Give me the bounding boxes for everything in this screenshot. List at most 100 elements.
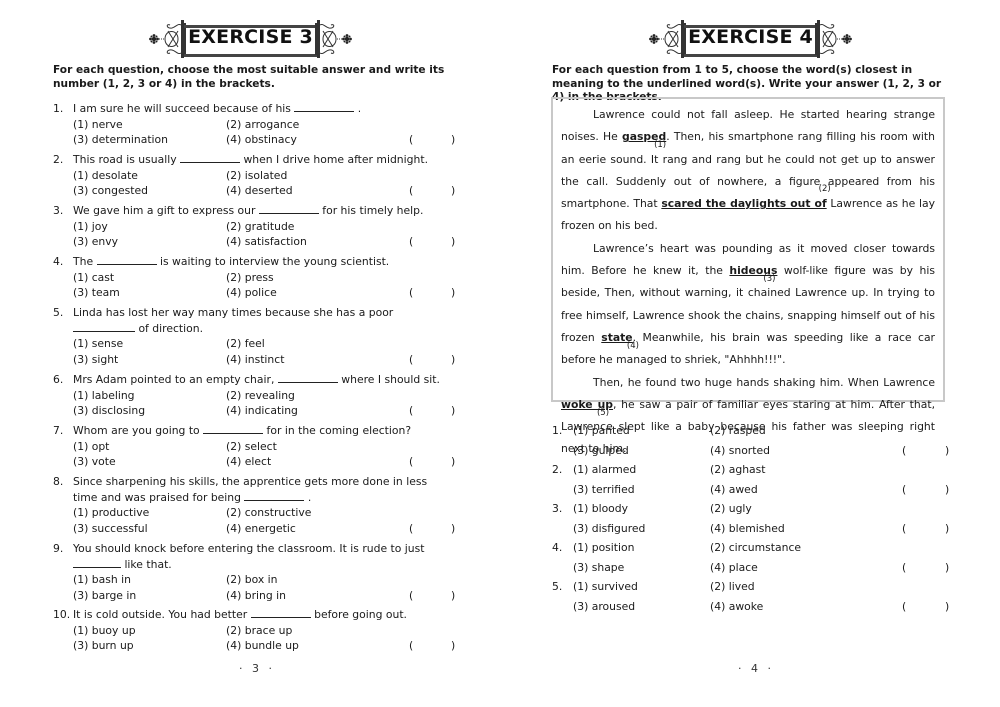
option-2: (2) press: [226, 270, 274, 284]
option-4: (4) energetic: [226, 521, 296, 535]
option-1: (1) labeling: [73, 388, 135, 402]
option-1: (1) bash in: [73, 573, 131, 586]
answer-blank: [277, 372, 338, 383]
answer-blank: [258, 203, 319, 214]
question-tag: (3): [763, 274, 776, 285]
option-3: (3) successful: [73, 521, 148, 535]
question-number: 6.: [53, 373, 64, 386]
stem-after: .: [307, 490, 312, 504]
bracket-open: (: [409, 521, 414, 535]
question-number: 4.: [53, 255, 64, 268]
bracket-close[interactable]: ): [945, 480, 949, 500]
answer-item: 4. (1) position (2) circumstance (3) shape (…: [552, 538, 952, 577]
stem-before: You should knock before entering the cla…: [73, 542, 425, 555]
exercise-title: EXERCISE 3: [188, 26, 313, 48]
option-1: (1) survived: [573, 580, 638, 593]
options: (1) productive (2) constructive (3) succes…: [73, 505, 455, 536]
page-number: · 3 ·: [239, 662, 275, 675]
stem-after: of direction.: [138, 321, 204, 335]
option-3: (3) barge in: [73, 588, 137, 602]
question-number: 1.: [53, 102, 64, 115]
bracket-open[interactable]: (: [902, 519, 906, 539]
option-2: (2) circumstance: [710, 541, 802, 554]
bracket-close: ): [451, 639, 456, 652]
question-number: 2.: [552, 463, 563, 476]
options: (1) cast (2) press (3) team (4) police (): [73, 270, 455, 301]
options: (1) opt (2) select (3) vote (4) elect (): [73, 439, 455, 470]
question-stem: Mrs Adam pointed to an empty chair, wher…: [73, 372, 449, 388]
question-number: 8.: [53, 475, 64, 488]
ornament-icon: [815, 22, 853, 56]
option-2: (2) rasped: [710, 424, 766, 437]
stem-before: This road is usually: [73, 153, 177, 166]
question-stem: The is waiting to interview the young sc…: [73, 254, 449, 270]
question-stem: Linda has lost her way many times becaus…: [73, 305, 449, 336]
option-2: (2) gratitude: [226, 219, 295, 233]
question-stem: You should knock before entering the cla…: [73, 541, 449, 572]
stem-after: where I should sit.: [341, 373, 440, 386]
bracket-close: ): [451, 588, 456, 602]
underlined-word-4: state (4): [601, 331, 639, 351]
stem-after: when I drive home after midnight.: [243, 153, 429, 166]
question-item: 3. We gave him a gift to express our for …: [53, 203, 455, 250]
answer-blank: [294, 101, 355, 112]
option-4: (4) blemished: [710, 521, 785, 535]
bracket-open[interactable]: (: [902, 480, 906, 500]
bracket-open[interactable]: (: [902, 558, 906, 578]
option-3: (3) congested: [73, 184, 148, 197]
answer-blank: [73, 321, 135, 332]
bracket-open[interactable]: (: [902, 597, 906, 617]
options: (1) joy (2) gratitude (3) envy (4) satisfac…: [73, 219, 455, 250]
option-1: (1) productive: [73, 506, 150, 519]
page-4: EXERCISE 4 For each question from 1 to 5…: [500, 0, 1000, 707]
bracket-open[interactable]: (: [902, 441, 906, 461]
option-1: (1) cast: [73, 270, 115, 284]
option-1: (1) joy: [73, 219, 108, 233]
bracket-close[interactable]: ): [945, 519, 949, 539]
option-4: (4) awoke: [710, 599, 764, 613]
reading-passage: Lawrence could not fall asleep. He start…: [551, 97, 945, 455]
stem-after: for in the coming election?: [266, 424, 412, 437]
option-1: (1) nerve: [73, 117, 123, 131]
bracket-open: (: [409, 235, 414, 248]
option-1: (1) alarmed: [573, 463, 637, 476]
stem-before: It is cold outside. You had better: [73, 608, 248, 621]
question-tag: (4): [626, 340, 639, 351]
bracket-close[interactable]: ): [945, 441, 949, 461]
bracket-close[interactable]: ): [945, 558, 949, 578]
option-3: (3) disfigured: [573, 521, 646, 535]
stem-after: .: [357, 102, 362, 115]
question-number: 1.: [552, 424, 563, 437]
question-item: 10. It is cold outside. You had better be…: [53, 607, 455, 654]
underlined-word-3: hideous (3): [729, 264, 777, 284]
question-tag: (5): [596, 407, 610, 418]
question-stem: I am sure he will succeed because of his…: [73, 101, 449, 117]
answer-blank: [250, 607, 311, 618]
question-item: 7. Whom are you going to for in the comin…: [53, 423, 455, 470]
option-3: (3) gulped: [573, 443, 629, 457]
question-item: 4. The is waiting to interview the young …: [53, 254, 455, 301]
option-1: (1) opt: [73, 439, 110, 453]
option-4: (4) police: [226, 286, 277, 299]
question-stem: Whom are you going to for in the coming …: [73, 423, 449, 439]
bracket-close[interactable]: ): [945, 597, 949, 617]
stem-after: before going out.: [314, 608, 407, 621]
answer-blank: [73, 557, 121, 568]
option-3: (3) shape: [573, 560, 625, 574]
question-number: 9.: [53, 542, 64, 555]
question-number: 3.: [53, 204, 64, 217]
question-number: 10.: [53, 608, 71, 621]
question-item: 1. I am sure he will succeed because of h…: [53, 101, 455, 148]
options: (1) buoy up (2) brace up (3) burn up (4) bu…: [73, 623, 455, 654]
bracket-close: ): [451, 286, 456, 299]
answer-blank: [203, 423, 264, 434]
underlined-word-1: gasped (1): [622, 130, 666, 150]
option-3: (3) sight: [73, 352, 119, 366]
exercise-title: EXERCISE 4: [688, 26, 813, 48]
option-2: (2) aghast: [710, 463, 766, 476]
question-item: 5. Linda has lost her way many times beca…: [53, 305, 455, 367]
option-2: (2) isolated: [226, 168, 288, 182]
question-item: 9. You should knock before entering the c…: [53, 541, 455, 603]
passage-paragraph: Lawrence could not fall asleep. He start…: [553, 104, 943, 238]
passage-text: Then, he found two huge hands shaking hi…: [593, 375, 935, 389]
